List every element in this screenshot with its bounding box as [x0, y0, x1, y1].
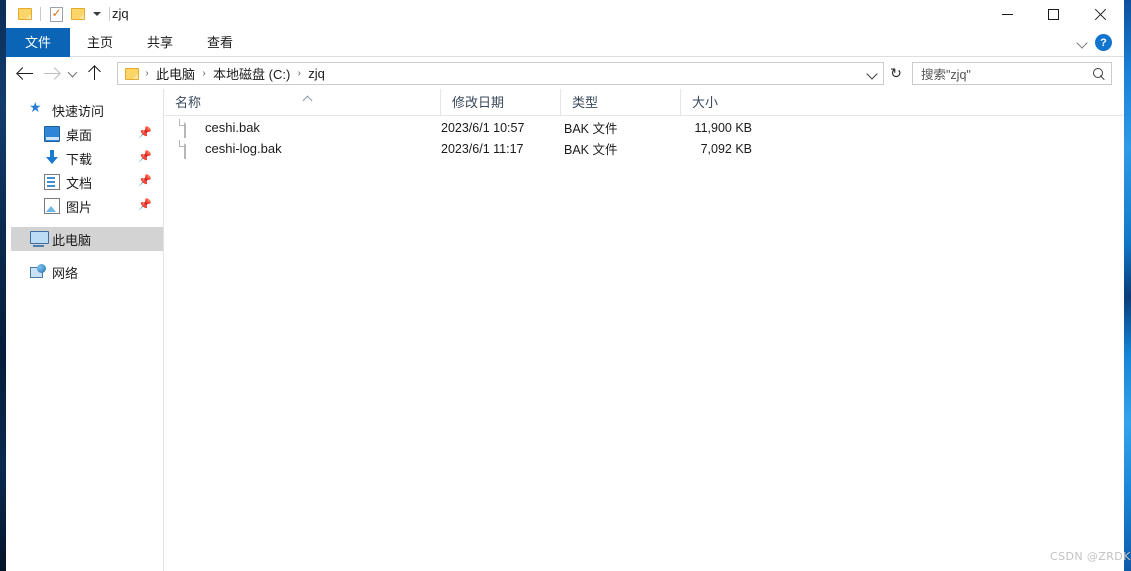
- file-rows: ceshi.bak 2023/6/1 10:57 BAK 文件 11,900 K…: [164, 117, 1124, 159]
- window-controls: [984, 0, 1124, 28]
- desktop-edge-right: [1124, 0, 1131, 571]
- address-bar-row: › 此电脑 › 本地磁盘 (C:) › zjq ↻ 搜索"zjq": [6, 57, 1124, 89]
- pin-icon[interactable]: 📌: [138, 200, 152, 211]
- file-explorer-window: zjq 文件 主页 共享 查看 ?: [6, 0, 1124, 571]
- file-type: BAK 文件: [564, 143, 618, 157]
- file-name: ceshi.bak: [205, 120, 260, 135]
- ribbon-tab-strip: 文件 主页 共享 查看 ?: [6, 28, 1124, 57]
- sidebar-item-label: 图片: [66, 199, 93, 215]
- address-dropdown-icon[interactable]: [861, 68, 883, 80]
- search-input[interactable]: 搜索"zjq": [913, 64, 1087, 83]
- column-header-name[interactable]: 名称: [164, 89, 440, 116]
- table-row[interactable]: ceshi.bak 2023/6/1 10:57 BAK 文件 11,900 K…: [164, 117, 1124, 138]
- tab-file[interactable]: 文件: [6, 28, 71, 57]
- pin-icon[interactable]: 📌: [138, 176, 152, 187]
- forward-button[interactable]: [38, 57, 64, 89]
- file-name: ceshi-log.bak: [205, 141, 282, 156]
- tab-share[interactable]: 共享: [130, 28, 190, 57]
- breadcrumb-separator: ›: [297, 68, 301, 79]
- network-icon: [30, 264, 46, 280]
- refresh-button[interactable]: ↻: [885, 62, 907, 85]
- ribbon-right-controls: ?: [1075, 28, 1120, 57]
- sort-ascending-icon: [304, 94, 313, 103]
- up-button[interactable]: [81, 57, 107, 89]
- navigation-pane: 快速访问 桌面 📌 下载 📌 文档 📌: [6, 89, 163, 571]
- chevron-down-icon[interactable]: [1075, 35, 1091, 51]
- sidebar-item-desktop[interactable]: 桌面 📌: [6, 122, 163, 146]
- tab-home[interactable]: 主页: [70, 28, 130, 57]
- screen: zjq 文件 主页 共享 查看 ?: [0, 0, 1131, 571]
- column-headers: 名称 修改日期 类型 大小: [164, 89, 1124, 116]
- sidebar-item-label: 下载: [66, 151, 93, 167]
- toolbar-divider: [40, 7, 41, 21]
- file-size: 7,092 KB: [700, 141, 752, 156]
- file-date: 2023/6/1 10:57: [441, 120, 525, 135]
- column-header-date-modified[interactable]: 修改日期: [440, 89, 560, 116]
- file-icon: [184, 119, 197, 138]
- sidebar-item-downloads[interactable]: 下载 📌: [6, 146, 163, 170]
- title-bar: zjq: [6, 0, 1124, 28]
- this-pc-icon: [30, 231, 49, 247]
- column-header-type[interactable]: 类型: [560, 89, 680, 116]
- file-date: 2023/6/1 11:17: [441, 141, 524, 156]
- star-quick-access-icon: [29, 99, 46, 118]
- file-list-pane: 名称 修改日期 类型 大小 ceshi.bak 2023/6/1 10:57 B…: [164, 89, 1124, 571]
- recent-locations-button[interactable]: [64, 57, 81, 89]
- tab-view[interactable]: 查看: [190, 28, 250, 57]
- watermark: CSDN @ZRDK: [1050, 550, 1131, 563]
- desktop-icon: [44, 126, 60, 142]
- window-title: zjq: [112, 6, 129, 21]
- sidebar-item-label: 网络: [52, 265, 79, 281]
- breadcrumb-item-local-disk[interactable]: 本地磁盘 (C:): [211, 64, 292, 83]
- search-box[interactable]: 搜索"zjq": [912, 62, 1112, 85]
- sidebar-item-label: 文档: [66, 175, 93, 191]
- back-button[interactable]: [12, 57, 38, 89]
- sidebar-item-quick-access[interactable]: 快速访问: [6, 98, 163, 122]
- sidebar-item-network[interactable]: 网络: [6, 260, 163, 284]
- close-button[interactable]: [1076, 0, 1124, 28]
- sidebar-item-this-pc[interactable]: 此电脑: [11, 227, 163, 251]
- address-bar[interactable]: › 此电脑 › 本地磁盘 (C:) › zjq: [117, 62, 884, 85]
- explorer-body: 快速访问 桌面 📌 下载 📌 文档 📌: [6, 89, 1124, 571]
- breadcrumb-separator: ›: [202, 68, 206, 79]
- table-row[interactable]: ceshi-log.bak 2023/6/1 11:17 BAK 文件 7,09…: [164, 138, 1124, 159]
- breadcrumb-separator: ›: [145, 68, 149, 79]
- help-icon[interactable]: ?: [1095, 34, 1112, 51]
- search-icon[interactable]: [1087, 67, 1111, 80]
- ribbon-tabs: 文件 主页 共享 查看: [6, 28, 250, 57]
- navigation-buttons: [12, 57, 107, 89]
- toolbar-divider-2: [109, 7, 110, 21]
- pin-icon[interactable]: 📌: [138, 128, 152, 139]
- pin-icon[interactable]: 📌: [138, 152, 152, 163]
- file-type: BAK 文件: [564, 122, 618, 136]
- column-header-size[interactable]: 大小: [680, 89, 762, 116]
- sidebar-item-label: 桌面: [66, 127, 93, 143]
- sidebar-item-documents[interactable]: 文档 📌: [6, 170, 163, 194]
- maximize-button[interactable]: [1030, 0, 1076, 28]
- download-icon: [44, 150, 60, 166]
- sidebar-item-pictures[interactable]: 图片 📌: [6, 194, 163, 218]
- sidebar-item-label: 快速访问: [52, 103, 105, 119]
- new-folder-icon[interactable]: [67, 0, 89, 28]
- documents-icon: [44, 174, 60, 190]
- properties-checkbox-icon[interactable]: [45, 0, 67, 28]
- breadcrumb-item-zjq[interactable]: zjq: [306, 66, 327, 81]
- minimize-button[interactable]: [984, 0, 1030, 28]
- caret-down-icon[interactable]: [89, 0, 105, 28]
- file-size: 11,900 KB: [694, 120, 752, 135]
- quick-access-toolbar: [14, 0, 114, 28]
- sidebar-item-label: 此电脑: [52, 232, 92, 248]
- folder-icon[interactable]: [14, 0, 36, 28]
- breadcrumb: › 此电脑 › 本地磁盘 (C:) › zjq: [123, 64, 861, 83]
- pictures-icon: [44, 198, 60, 214]
- folder-icon: [123, 67, 140, 80]
- file-icon: [184, 140, 197, 159]
- breadcrumb-item-this-pc[interactable]: 此电脑: [154, 64, 197, 83]
